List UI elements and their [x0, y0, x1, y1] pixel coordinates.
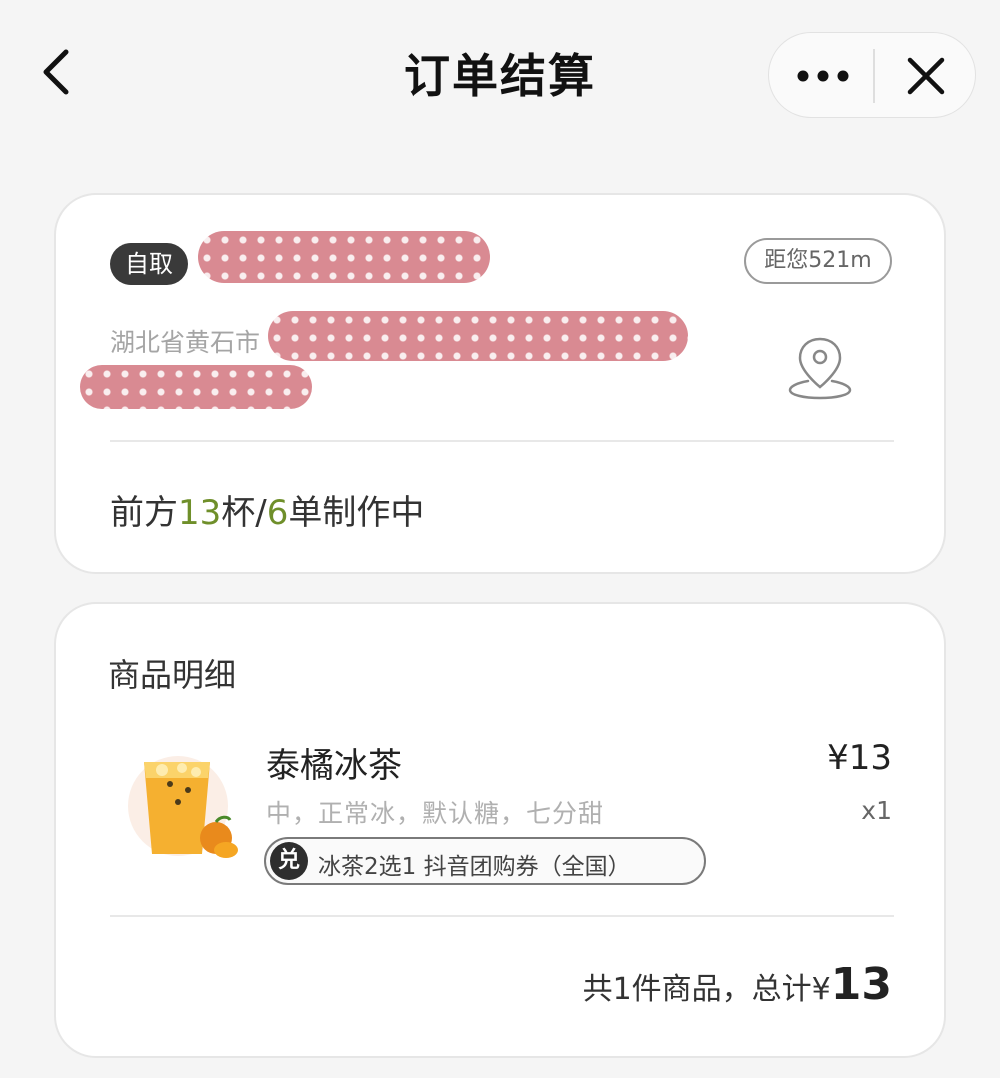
queue-prefix: 前方	[110, 493, 178, 533]
items-card-divider	[110, 915, 894, 917]
navigation-bar: 订单结算	[0, 0, 1000, 150]
queue-status: 前方13杯/6单制作中	[110, 485, 424, 534]
address-redacted	[268, 311, 688, 361]
product-quantity: x1	[861, 796, 892, 825]
product-image	[128, 756, 238, 858]
queue-cups-unit: 杯/	[221, 493, 267, 533]
coupon-tag[interactable]: 兑 冰茶2选1 抖音团购券（全国）	[264, 837, 706, 885]
store-name-redacted	[198, 231, 490, 283]
product-price: ¥13	[827, 738, 892, 778]
location-button[interactable]	[786, 335, 854, 401]
address-line2-redacted	[80, 365, 312, 409]
more-button[interactable]	[769, 33, 873, 119]
queue-orders-count: 6	[266, 493, 289, 533]
order-items-card: 商品明细 泰橘冰茶 ¥13 中，正常冰，默认糖，七分甜 x1 兑 冰茶2选1 抖…	[54, 602, 946, 1058]
queue-cups-count: 13	[178, 493, 222, 533]
close-icon	[907, 57, 945, 95]
pickup-badge: 自取	[110, 243, 188, 285]
section-title: 商品明细	[108, 656, 237, 694]
redeem-icon: 兑	[270, 842, 308, 880]
store-info-card: 自取 距您521m 湖北省黄石市 前方13杯/6单制作中	[54, 193, 946, 574]
coupon-text: 冰茶2选1 抖音团购券（全国）	[318, 854, 631, 880]
address-prefix: 湖北省黄石市	[110, 328, 261, 357]
total-prefix: 共1件商品，总计¥	[582, 972, 831, 1007]
location-pin-icon	[788, 337, 852, 400]
mini-program-capsule	[768, 32, 976, 118]
product-spec: 中，正常冰，默认糖，七分甜	[266, 799, 605, 828]
close-button[interactable]	[875, 33, 975, 119]
store-card-divider	[110, 440, 894, 442]
distance-badge: 距您521m	[744, 238, 892, 284]
order-total: 共1件商品，总计¥13	[583, 959, 892, 1010]
queue-suffix: 单制作中	[288, 493, 425, 533]
product-name: 泰橘冰茶	[266, 746, 402, 786]
total-amount: 13	[830, 959, 892, 1010]
more-dots-icon	[797, 70, 849, 82]
